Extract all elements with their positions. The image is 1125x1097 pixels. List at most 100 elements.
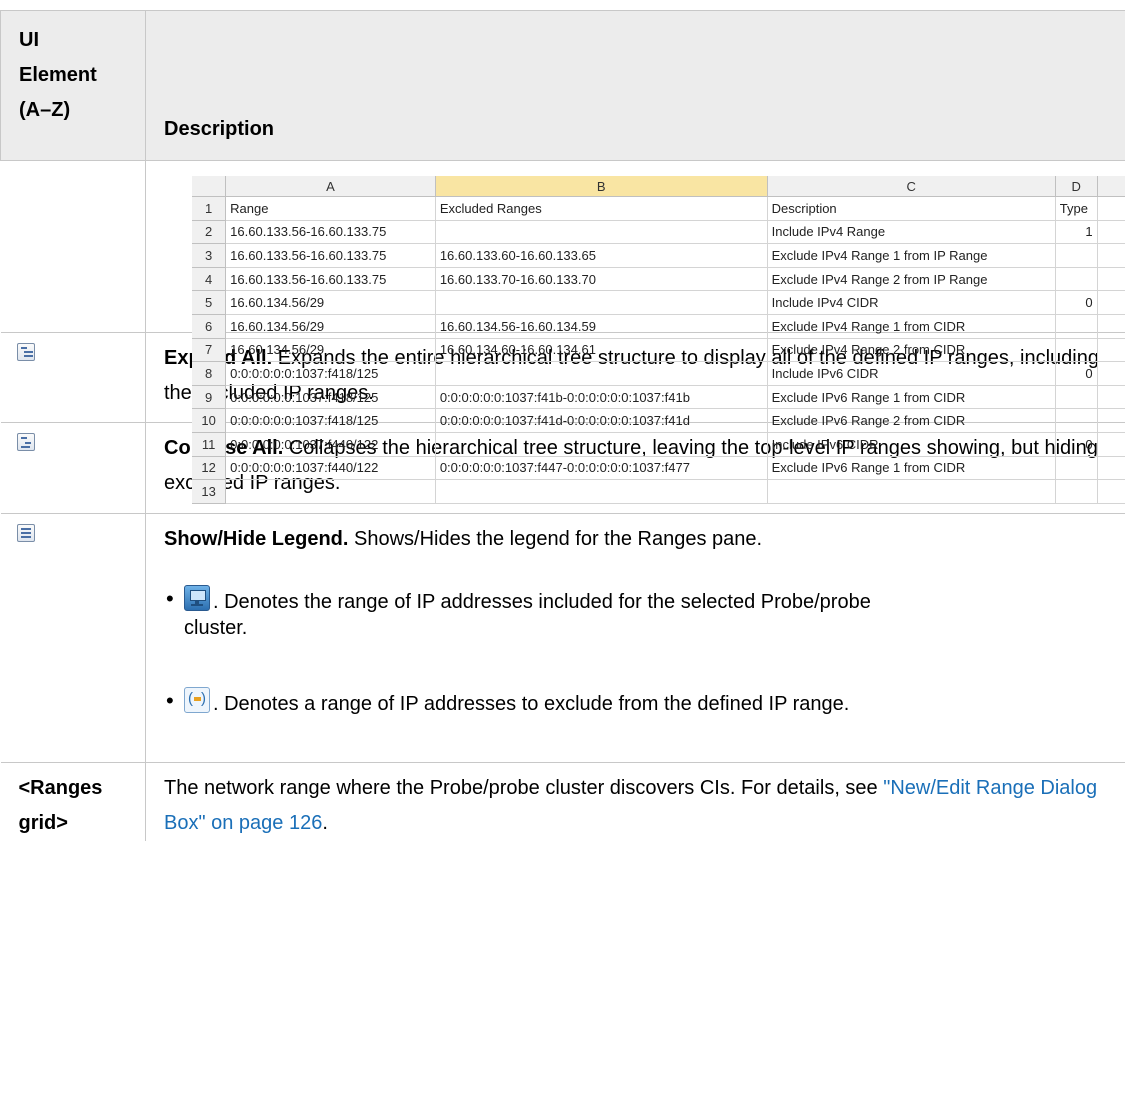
row-number: 12: [192, 456, 227, 481]
cell-excluded-ranges: 0:0:0:0:0:0:1037:f41d-0:0:0:0:0:0:1037:f…: [435, 408, 768, 433]
ranges-grid-label-cell: <Ranges grid>: [0, 762, 146, 841]
cell-empty: [1097, 196, 1125, 221]
cell-excluded-ranges: [435, 220, 768, 245]
row-number: 11: [192, 432, 227, 457]
cell-range: 16.60.134.56/29: [225, 314, 436, 339]
cell-excluded-ranges: 16.60.133.60-16.60.133.65: [435, 243, 768, 268]
legend-item-include-text: . Denotes the range of IP addresses incl…: [184, 591, 871, 639]
row-number: 5: [192, 290, 227, 315]
cell-range: 16.60.134.56/29: [225, 290, 436, 315]
row-number: 6: [192, 314, 227, 339]
spreadsheet-row: 12 0:0:0:0:0:0:1037:f440/122 0:0:0:0:0:0:1…: [192, 456, 1125, 481]
row-number: 2: [192, 220, 227, 245]
cell-type: 0: [1055, 432, 1098, 457]
cell-type: 0: [1055, 290, 1098, 315]
spreadsheet-row: 8 0:0:0:0:0:0:1037:f418/125 Include IPv6 C…: [192, 361, 1125, 386]
column-header-a: A: [225, 176, 436, 197]
spreadsheet-row: 4 16.60.133.56-16.60.133.75 16.60.133.70-1…: [192, 267, 1125, 292]
row-number: 8: [192, 361, 227, 386]
header-ui-element: UI Element (A–Z): [0, 10, 146, 161]
cell-empty: [1097, 220, 1125, 245]
spreadsheet-row: 3 16.60.133.56-16.60.133.75 16.60.133.60-1…: [192, 243, 1125, 268]
cell-type: [1055, 456, 1098, 481]
collapse-all-icon-cell: [0, 422, 146, 514]
header-col1-line3: (A–Z): [19, 99, 71, 121]
cell-excluded-ranges: 16.60.134.60-16.60.134.61: [435, 338, 768, 363]
cell-description: Exclude IPv4 Range 2 from IP Range: [767, 267, 1056, 292]
cell-excluded-ranges: 16.60.133.70-16.60.133.70: [435, 267, 768, 292]
cell-range: 0:0:0:0:0:0:1037:f418/125: [225, 385, 436, 410]
column-header-b: B: [435, 176, 768, 197]
expand-all-icon-cell: [0, 332, 146, 423]
cell-range: 0:0:0:0:0:0:1037:f440/122: [225, 432, 436, 457]
cell-empty: [1097, 314, 1125, 339]
row-number: 9: [192, 385, 227, 410]
cell-description: Include IPv6 CIDR: [767, 432, 1056, 457]
ranges-grid-description: The network range where the Probe/probe …: [164, 777, 1098, 834]
cell-empty: [1097, 479, 1125, 504]
empty-ui-cell: [0, 160, 146, 333]
ranges-grid-text: The network range where the Probe/probe …: [164, 777, 884, 799]
select-all-corner: [192, 176, 227, 197]
example-spreadsheet: A B C D 1 Range Excluded Ranges Description…: [192, 176, 1125, 507]
cell-range: 16.60.133.56-16.60.133.75: [225, 267, 436, 292]
cell-empty: [1097, 432, 1125, 457]
cell-type: [1055, 338, 1098, 363]
legend-description: Show/Hide Legend. Shows/Hides the legend…: [145, 513, 1125, 763]
spreadsheet-grid: A B C D 1 Range Excluded Ranges Description…: [192, 176, 1125, 504]
legend-icon: [16, 524, 35, 542]
row-number: 4: [192, 267, 227, 292]
cell-excluded-ranges: Excluded Ranges: [435, 196, 768, 221]
cell-excluded-ranges: [435, 432, 768, 457]
column-header-c: C: [767, 176, 1056, 197]
spreadsheet-column-headers: A B C D: [192, 176, 1125, 197]
include-range-icon: [184, 585, 210, 611]
cell-description: Exclude IPv6 Range 1 from CIDR: [767, 456, 1056, 481]
cell-range: [225, 479, 436, 504]
cell-description: Exclude IPv4 Range 1 from CIDR: [767, 314, 1056, 339]
cell-excluded-ranges: [435, 361, 768, 386]
table-row-legend: Show/Hide Legend. Shows/Hides the legend…: [0, 513, 1125, 763]
cell-description: Exclude IPv6 Range 2 from CIDR: [767, 408, 1056, 433]
cell-range: 0:0:0:0:0:0:1037:f418/125: [225, 408, 436, 433]
cell-type: [1055, 314, 1098, 339]
cell-empty: [1097, 361, 1125, 386]
cell-description: Description: [767, 196, 1056, 221]
cell-empty: [1097, 408, 1125, 433]
cell-range: 16.60.134.56/29: [225, 338, 436, 363]
legend-text: Shows/Hides the legend for the Ranges pa…: [348, 528, 763, 550]
cell-excluded-ranges: [435, 290, 768, 315]
collapse-all-icon: [16, 433, 35, 451]
cell-type: 1: [1055, 220, 1098, 245]
cell-empty: [1097, 267, 1125, 292]
row-number: 3: [192, 243, 227, 268]
cell-description: Exclude IPv4 Range 2 from CIDR: [767, 338, 1056, 363]
cell-range: 0:0:0:0:0:0:1037:f418/125: [225, 361, 436, 386]
cell-description: [767, 479, 1056, 504]
legend-item-exclude: • ( ) . Denotes a range of IP addresses …: [166, 687, 850, 715]
spreadsheet-row: 7 16.60.134.56/29 16.60.134.60-16.60.134.6…: [192, 338, 1125, 363]
cell-empty: [1097, 290, 1125, 315]
header-col1-line2: Element: [19, 64, 97, 86]
header-description-label: Description: [164, 118, 275, 140]
cell-description: Exclude IPv6 Range 1 from CIDR: [767, 385, 1056, 410]
cell-empty: [1097, 338, 1125, 363]
cell-excluded-ranges: [435, 479, 768, 504]
document-page: UI Element (A–Z) Description All. Expand…: [0, 0, 1125, 1097]
cell-empty: [1097, 243, 1125, 268]
table-row-ranges-grid: <Ranges grid> The network range where th…: [0, 762, 1125, 841]
spreadsheet-row: 10 0:0:0:0:0:0:1037:f418/125 0:0:0:0:0:0:1…: [192, 408, 1125, 433]
cell-description: Include IPv6 CIDR: [767, 361, 1056, 386]
cell-type: [1055, 267, 1098, 292]
cell-excluded-ranges: 16.60.134.56-16.60.134.59: [435, 314, 768, 339]
cell-type: 0: [1055, 361, 1098, 386]
cell-description: Exclude IPv4 Range 1 from IP Range: [767, 243, 1056, 268]
cell-empty: [1097, 385, 1125, 410]
spreadsheet-row: 6 16.60.134.56/29 16.60.134.56-16.60.134.5…: [192, 314, 1125, 339]
cell-description: Include IPv4 Range: [767, 220, 1056, 245]
row-number: 7: [192, 338, 227, 363]
legend-icon-cell: [0, 513, 146, 763]
legend-title: Show/Hide Legend.: [164, 528, 349, 550]
cell-type: [1055, 408, 1098, 433]
header-description: Description: [145, 10, 1125, 161]
